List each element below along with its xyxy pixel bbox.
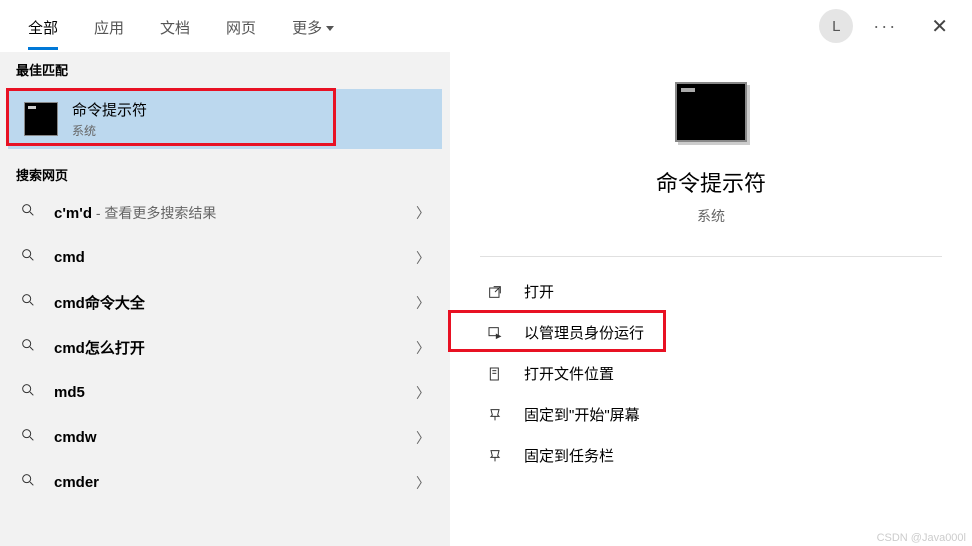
search-result-item[interactable]: cmd命令大全 〉 [0,280,450,325]
header-bar: 全部 应用 文档 网页 更多 L ··· ✕ [0,0,972,52]
tab-more[interactable]: 更多 [274,3,352,50]
open-icon [484,284,506,300]
result-label: md5 [54,384,85,401]
search-result-item[interactable]: cmdw 〉 [0,415,450,460]
pin-start-icon [484,407,506,423]
cmd-app-icon [24,102,58,136]
chevron-down-icon [326,26,334,31]
action-pin-taskbar[interactable]: 固定到任务栏 [470,435,952,476]
result-label: cmdw [54,429,97,446]
chevron-right-icon: 〉 [416,248,430,268]
avatar[interactable]: L [819,9,853,43]
tab-apps[interactable]: 应用 [76,3,142,50]
chevron-right-icon: 〉 [416,383,430,403]
preview-panel: 命令提示符 系统 打开以管理员身份运行打开文件位置固定到"开始"屏幕固定到任务栏… [450,52,972,546]
more-options-icon[interactable]: ··· [867,10,903,43]
best-match-title: 命令提示符 [72,99,147,120]
action-label: 以管理员身份运行 [524,322,644,343]
search-icon [20,382,38,403]
search-result-item[interactable]: cmd 〉 [0,235,450,280]
best-match-subtitle: 系统 [72,122,147,139]
search-icon [20,472,38,493]
action-label: 打开文件位置 [524,363,614,384]
search-web-header: 搜索网页 [0,157,450,190]
search-result-item[interactable]: c'm'd - 查看更多搜索结果 〉 [0,190,450,235]
result-label: cmd命令大全 [54,292,145,313]
preview-app-icon [675,82,747,142]
result-label: cmd [54,249,85,266]
action-label: 固定到任务栏 [524,445,614,466]
action-admin[interactable]: 以管理员身份运行 [470,312,952,353]
best-match-header: 最佳匹配 [0,52,450,85]
search-result-item[interactable]: md5 〉 [0,370,450,415]
results-panel: 最佳匹配 命令提示符 系统 搜索网页 c'm'd - 查看更多搜索结果〉cmd〉… [0,52,450,546]
search-icon [20,202,38,223]
action-label: 打开 [524,281,554,302]
tab-web[interactable]: 网页 [208,3,274,50]
pin-taskbar-icon [484,448,506,464]
folder-icon [484,366,506,382]
tab-all[interactable]: 全部 [10,3,76,50]
action-label: 固定到"开始"屏幕 [524,404,640,425]
best-match-item[interactable]: 命令提示符 系统 [8,89,442,149]
divider [480,256,942,257]
action-open[interactable]: 打开 [470,271,952,312]
result-label: c'm'd - 查看更多搜索结果 [54,203,216,223]
preview-title: 命令提示符 [450,166,972,198]
search-icon [20,292,38,313]
close-button[interactable]: ✕ [917,8,962,45]
result-label: cmd怎么打开 [54,337,145,358]
action-pin-start[interactable]: 固定到"开始"屏幕 [470,394,952,435]
result-label: cmder [54,474,99,491]
search-result-item[interactable]: cmder 〉 [0,460,450,505]
action-folder[interactable]: 打开文件位置 [470,353,952,394]
tabs: 全部 应用 文档 网页 更多 [10,3,352,50]
chevron-right-icon: 〉 [416,338,430,358]
tab-documents[interactable]: 文档 [142,3,208,50]
search-icon [20,427,38,448]
search-icon [20,247,38,268]
chevron-right-icon: 〉 [416,293,430,313]
search-result-item[interactable]: cmd怎么打开 〉 [0,325,450,370]
preview-subtitle: 系统 [450,206,972,226]
chevron-right-icon: 〉 [416,428,430,448]
chevron-right-icon: 〉 [416,473,430,493]
admin-icon [484,325,506,341]
chevron-right-icon: 〉 [416,203,430,223]
search-icon [20,337,38,358]
watermark: CSDN @Java000l [877,532,966,544]
